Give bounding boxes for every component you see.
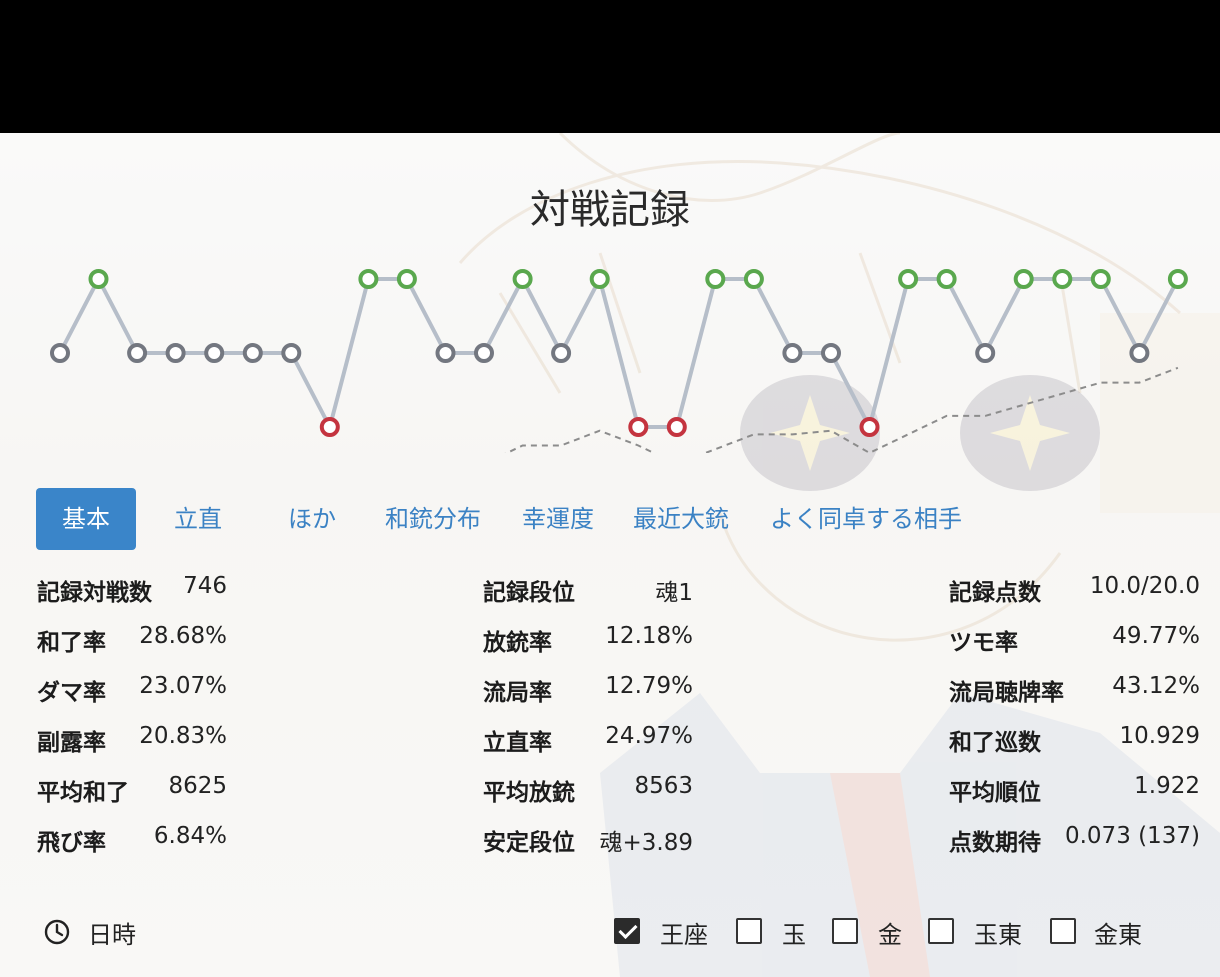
rank-point[interactable] (1129, 343, 1150, 363)
stat-label-tsumo-rate: ツモ率 (949, 630, 1018, 656)
rank-history-chart (50, 269, 1188, 453)
stat-value-call-rate: 20.83% (139, 723, 227, 749)
stat-value-riichi-rate: 24.97% (605, 723, 693, 749)
page-title: 対戦記録 (530, 187, 690, 233)
rank-point[interactable] (435, 343, 456, 363)
stat-label-average-deal-in: 平均放銃 (483, 780, 575, 806)
filter-label-kin[interactable]: 金 (878, 915, 902, 950)
stat-value-recorded-rank: 魂1 (655, 580, 693, 606)
filter-checkbox-kin[interactable] (832, 918, 858, 944)
stat-label-dama-rate: ダマ率 (37, 680, 106, 706)
stat-label-call-rate: 副露率 (37, 730, 106, 756)
clock-icon (44, 919, 70, 945)
rank-point[interactable] (396, 269, 417, 289)
rank-point[interactable] (1052, 269, 1073, 289)
stat-label-win-turns: 和了巡数 (949, 730, 1041, 756)
tab-recent-big-deal-ins[interactable]: 最近大銃 (633, 488, 729, 550)
stat-value-win-rate: 28.68% (139, 623, 227, 649)
top-black-bar (0, 0, 1220, 133)
rank-point[interactable] (1090, 269, 1111, 289)
stat-value-win-turns: 10.929 (1119, 723, 1200, 749)
stat-label-draw-rate: 流局率 (483, 680, 552, 706)
stat-value-draw-rate: 12.79% (605, 673, 693, 699)
rank-point[interactable] (1167, 269, 1188, 289)
stat-value-average-placement: 1.922 (1134, 773, 1200, 799)
rank-point[interactable] (281, 343, 302, 363)
rank-point[interactable] (551, 343, 572, 363)
stat-value-stable-rank: 魂+3.89 (599, 830, 693, 856)
rank-point[interactable] (512, 269, 533, 289)
rank-point[interactable] (319, 417, 340, 437)
rank-point[interactable] (666, 417, 687, 437)
stat-label-riichi-rate: 立直率 (483, 730, 552, 756)
filter-checkbox-gyoku-east[interactable] (928, 918, 954, 944)
rank-point[interactable] (88, 269, 109, 289)
rank-point[interactable] (782, 343, 803, 363)
stat-value-draw-tenpai-rate: 43.12% (1112, 673, 1200, 699)
stat-label-draw-tenpai-rate: 流局聴牌率 (949, 680, 1064, 706)
stat-label-bust-rate: 飛び率 (37, 830, 106, 856)
rank-point[interactable] (975, 343, 996, 363)
stat-label-win-rate: 和了率 (37, 630, 106, 656)
tab-other[interactable]: ほか (288, 488, 336, 550)
filter-label-gyoku[interactable]: 玉 (782, 915, 806, 950)
stat-value-dama-rate: 23.07% (139, 673, 227, 699)
rank-point[interactable] (127, 343, 148, 363)
rank-point[interactable] (859, 417, 880, 437)
rank-point[interactable] (705, 269, 726, 289)
filter-checkbox-gyoku[interactable] (736, 918, 762, 944)
filter-bar: 日時 王座 玉 金 玉東 金東 (0, 913, 1220, 953)
tab-basic[interactable]: 基本 (36, 488, 136, 550)
stat-value-average-win: 8625 (168, 773, 227, 799)
rank-point[interactable] (50, 343, 70, 363)
stat-value-recorded-points: 10.0/20.0 (1089, 573, 1200, 599)
filter-checkbox-kin-east[interactable] (1050, 918, 1076, 944)
stat-value-recorded-games: 746 (183, 573, 227, 599)
stat-label-recorded-games: 記録対戦数 (37, 580, 152, 606)
rank-point[interactable] (242, 343, 263, 363)
stat-value-tsumo-rate: 49.77% (1112, 623, 1200, 649)
rank-point[interactable] (898, 269, 919, 289)
filter-label-ouza[interactable]: 王座 (660, 915, 708, 950)
filter-checkbox-ouza[interactable] (614, 918, 640, 944)
stat-label-recorded-rank: 記録段位 (483, 580, 575, 606)
tab-luck[interactable]: 幸運度 (522, 488, 594, 550)
stat-label-average-win: 平均和了 (37, 780, 129, 806)
filter-label-kin-east[interactable]: 金東 (1094, 915, 1142, 950)
stat-label-deal-in-rate: 放銃率 (483, 630, 552, 656)
stat-label-expected-points: 点数期待 (949, 830, 1041, 856)
rank-point[interactable] (165, 343, 186, 363)
filter-label-gyoku-east[interactable]: 玉東 (974, 915, 1022, 950)
stat-label-stable-rank: 安定段位 (483, 830, 575, 856)
rank-point[interactable] (1013, 269, 1034, 289)
average-rank-line (504, 366, 1179, 453)
tab-riichi[interactable]: 立直 (174, 488, 222, 550)
date-sort-label[interactable]: 日時 (88, 915, 136, 950)
rank-point[interactable] (204, 343, 225, 363)
stat-value-deal-in-rate: 12.18% (605, 623, 693, 649)
rank-point[interactable] (628, 417, 649, 437)
tab-frequent-opponents[interactable]: よく同卓する相手 (770, 488, 962, 550)
stat-value-expected-points: 0.073 (137) (1064, 823, 1200, 849)
stats-panel: 対戦記録 基本 立直 ほか 和銃分布 幸運度 最近大銃 よく同卓する相手 記録対… (0, 133, 1220, 977)
tab-win-deal-distribution[interactable]: 和銃分布 (385, 488, 481, 550)
rank-point[interactable] (743, 269, 764, 289)
rank-point[interactable] (821, 343, 841, 363)
rank-point[interactable] (358, 269, 379, 289)
rank-point[interactable] (474, 343, 494, 363)
stat-label-average-placement: 平均順位 (949, 780, 1041, 806)
stat-value-average-deal-in: 8563 (634, 773, 693, 799)
rank-point[interactable] (936, 269, 957, 289)
rank-line (58, 273, 1180, 433)
stat-label-recorded-points: 記録点数 (949, 580, 1041, 606)
stat-value-bust-rate: 6.84% (153, 823, 227, 849)
rank-point[interactable] (589, 269, 610, 289)
